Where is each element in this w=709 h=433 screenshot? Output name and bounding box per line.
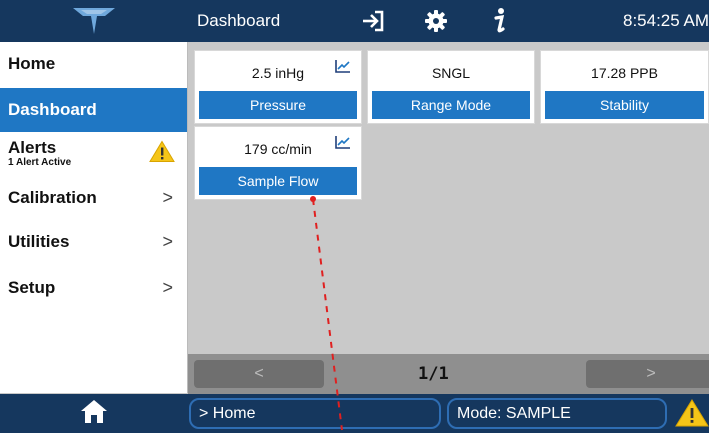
next-page-button[interactable]: >: [586, 360, 709, 388]
sidebar-item-label: Utilities: [8, 232, 70, 251]
top-bar: Dashboard 8:54:25 AM: [0, 0, 709, 42]
sidebar-item-label: Calibration: [8, 188, 97, 207]
logo-icon: [0, 0, 187, 42]
chart-icon[interactable]: [335, 135, 351, 154]
warning-icon[interactable]: [675, 399, 709, 432]
login-icon[interactable]: [356, 6, 390, 36]
sidebar-item-label: Alerts: [8, 138, 57, 157]
sidebar-item-utilities[interactable]: Utilities >: [0, 220, 187, 264]
sidebar-item-calibration[interactable]: Calibration >: [0, 176, 187, 220]
info-icon[interactable]: [484, 6, 514, 36]
pager: < 1/1 >: [188, 354, 709, 394]
warning-icon: [149, 140, 175, 168]
tile-pressure[interactable]: 2.5 inHg Pressure: [194, 50, 362, 124]
home-icon: [80, 398, 108, 429]
sidebar-item-dashboard[interactable]: Dashboard: [0, 88, 187, 132]
tile-label: Range Mode: [372, 91, 530, 119]
sidebar-item-label: Dashboard: [8, 100, 97, 119]
dashboard-content: 2.5 inHg Pressure SNGL Range Mode 17.28 …: [188, 42, 709, 354]
prev-page-button[interactable]: <: [194, 360, 324, 388]
tile-range-mode[interactable]: SNGL Range Mode: [367, 50, 535, 124]
tile-value: SNGL: [431, 65, 471, 81]
sidebar-item-alerts[interactable]: Alerts 1 Alert Active: [0, 132, 187, 176]
sidebar-item-label: Setup: [8, 278, 56, 297]
page-indicator: 1/1: [418, 364, 449, 384]
sidebar-item-home[interactable]: Home: [0, 42, 187, 86]
sidebar-item-label: Home: [8, 54, 56, 73]
page-title: Dashboard: [197, 11, 281, 30]
alert-count: 1 Alert Active: [8, 157, 72, 168]
chevron-right-icon: >: [162, 187, 173, 208]
sidebar: Home Dashboard Alerts 1 Alert Active Cal…: [0, 42, 188, 393]
tile-label: Stability: [545, 91, 704, 119]
tile-label: Pressure: [199, 91, 357, 119]
chart-icon[interactable]: [335, 59, 351, 78]
tile-sample-flow[interactable]: 179 cc/min Sample Flow: [194, 126, 362, 200]
clock: 8:54:25 AM: [622, 11, 709, 30]
tile-value: 17.28 PPB: [591, 65, 658, 81]
mode-indicator: Mode: SAMPLE: [447, 398, 667, 429]
home-button[interactable]: [0, 394, 187, 433]
tile-stability[interactable]: 17.28 PPB Stability: [540, 50, 709, 124]
chevron-right-icon: >: [162, 277, 173, 298]
breadcrumb[interactable]: > Home: [189, 398, 441, 429]
chevron-right-icon: >: [162, 231, 173, 252]
tile-label: Sample Flow: [199, 167, 357, 195]
gear-icon[interactable]: [419, 6, 453, 36]
sidebar-item-setup[interactable]: Setup >: [0, 266, 187, 310]
bottom-bar: > Home Mode: SAMPLE: [0, 394, 709, 433]
